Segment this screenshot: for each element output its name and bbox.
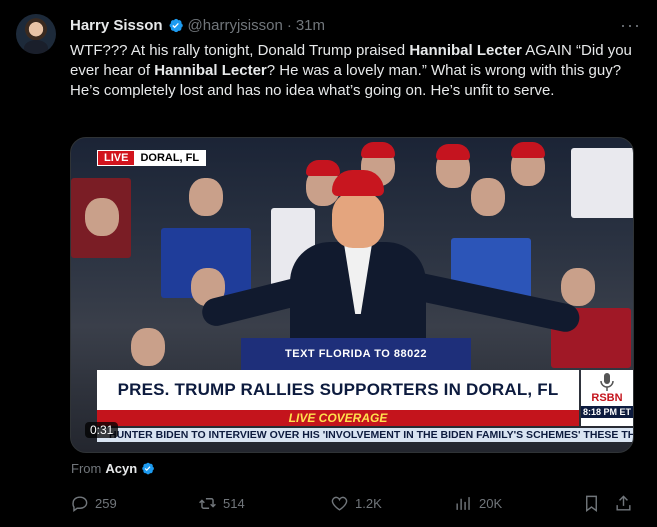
reply-icon: [72, 496, 88, 513]
media-source: From Acyn: [71, 461, 155, 476]
crowd-person: [189, 178, 223, 216]
live-badge: LIVE DORAL, FL: [97, 150, 207, 166]
source-prefix: From: [71, 461, 102, 476]
speaker-face: [332, 192, 384, 248]
header-separator: ·: [286, 16, 292, 34]
verified-badge-icon: [169, 18, 183, 32]
crowd-cap: [436, 144, 470, 160]
live-location: DORAL, FL: [134, 151, 206, 165]
share-icon: [616, 495, 631, 511]
tweet-text-bold: Hannibal Lecter: [154, 62, 267, 79]
author-name[interactable]: Harry Sisson: [70, 17, 163, 34]
reply-count: 259: [95, 496, 117, 511]
reply-button[interactable]: 259: [70, 494, 117, 513]
tweet-timestamp[interactable]: 31m: [296, 17, 325, 34]
repost-count: 514: [223, 496, 245, 511]
like-button[interactable]: 1.2K: [330, 494, 382, 513]
live-coverage-text: LIVE COVERAGE: [288, 411, 388, 425]
crowd-person: [471, 178, 505, 216]
microphone-icon: [600, 373, 614, 391]
source-name[interactable]: Acyn: [105, 461, 137, 476]
speaker-cap: [332, 170, 384, 196]
network-name: RSBN: [591, 392, 623, 404]
heart-icon: [331, 496, 348, 511]
share-button[interactable]: [614, 494, 639, 513]
views-chart-icon: [456, 497, 470, 510]
tweet-text-bold: Hannibal Lecter: [409, 42, 522, 59]
tweet-text-part: WTF??? At his rally tonight, Donald Trum…: [70, 42, 410, 59]
headline-text: PRES. TRUMP RALLIES SUPPORTERS IN DORAL,…: [117, 380, 559, 399]
video-player[interactable]: TEXT FLORIDA TO 88022 LIVE DORAL, FL PRE…: [70, 137, 634, 453]
podium-text: TEXT FLORIDA TO 88022: [285, 348, 427, 360]
crowd-cap: [361, 142, 395, 158]
lower-third-headline: PRES. TRUMP RALLIES SUPPORTERS IN DORAL,…: [97, 370, 579, 410]
author-handle[interactable]: @harryjsisson: [188, 17, 283, 34]
network-time: 8:18 PM ET: [581, 406, 633, 418]
bookmark-button[interactable]: [582, 494, 607, 513]
repost-button[interactable]: 514: [198, 494, 245, 513]
tweet-text: WTF??? At his rally tonight, Donald Trum…: [70, 41, 642, 101]
tweet-header: Harry Sisson @harryjsisson · 31m ···: [70, 15, 641, 35]
views-button[interactable]: 20K: [454, 494, 502, 513]
verified-badge-icon: [142, 462, 155, 475]
tweet-actions: 259 514 1.2K 20K: [70, 494, 636, 516]
network-bug: RSBN 8:18 PM ET: [581, 370, 633, 426]
view-count: 20K: [479, 496, 503, 511]
author-avatar[interactable]: [16, 14, 56, 54]
crowd-cap: [511, 142, 545, 158]
crowd-sign: [571, 148, 633, 218]
crowd-person: [85, 198, 119, 236]
crowd-person: [561, 268, 595, 306]
live-coverage-bar: LIVE COVERAGE: [97, 410, 579, 426]
more-options-icon[interactable]: ···: [620, 16, 641, 34]
like-count: 1.2K: [355, 496, 382, 511]
live-label: LIVE: [98, 151, 135, 165]
video-duration: 0:31: [85, 422, 119, 438]
crowd-person: [131, 328, 165, 366]
bookmark-icon: [586, 495, 597, 513]
repost-icon: [199, 498, 216, 509]
news-ticker: HUNTER BIDEN TO INTERVIEW OVER HIS 'INVO…: [97, 428, 633, 442]
